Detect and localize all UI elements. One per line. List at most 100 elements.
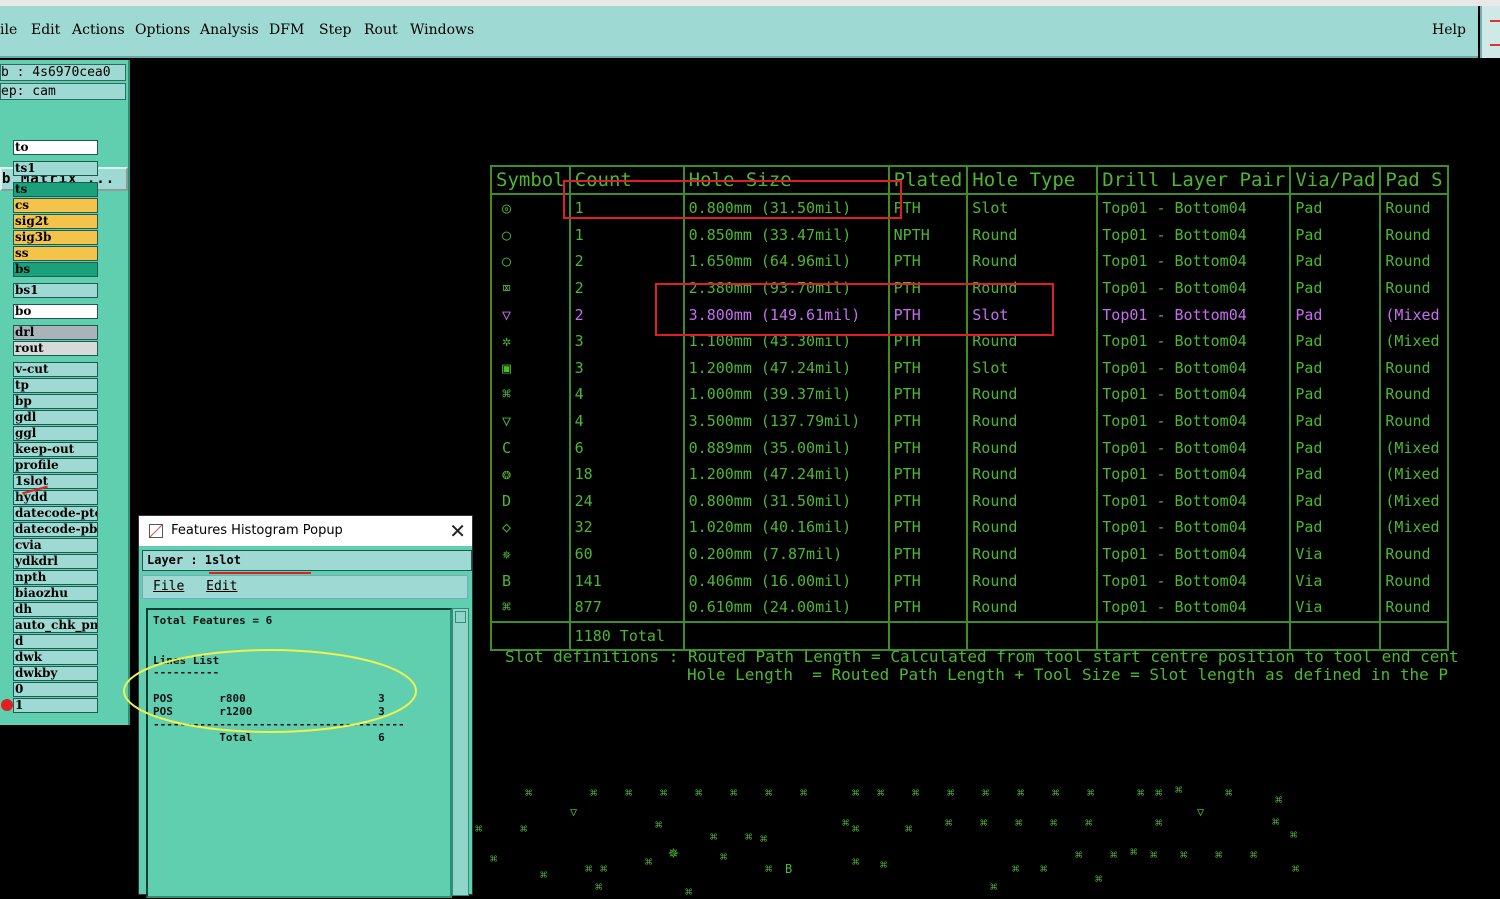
layer-gdl[interactable]: gdl: [13, 410, 98, 425]
menu-step[interactable]: Step: [319, 22, 351, 38]
menu-options[interactable]: Options: [135, 22, 190, 38]
menu-help[interactable]: Help: [1432, 22, 1466, 38]
layer-to[interactable]: to: [13, 140, 98, 155]
table-row[interactable]: ✵ 60 0.200mm (7.87mil) PTH Round Top01 - Bott…: [490, 540, 1449, 568]
layer-bs1[interactable]: bs1: [13, 283, 98, 298]
slot-definition-line-1: Slot definitions : Routed Path Length = …: [505, 647, 1459, 666]
col-via-pad: Via/Pad: [1289, 165, 1382, 195]
menu-rout[interactable]: Rout: [364, 22, 398, 38]
menu-dfm[interactable]: DFM: [269, 22, 304, 38]
drill-mark-icon: ⌘: [1130, 845, 1138, 859]
total-empty-cell: [682, 620, 890, 652]
cell-hole-type: Slot: [966, 194, 1099, 222]
cell-pad-shape: Round: [1379, 567, 1449, 594]
table-row[interactable]: ⌘ 877 0.610mm (24.00mil) PTH Round Top01 - Bo…: [490, 593, 1449, 622]
menu-lines-icon: [1490, 20, 1500, 46]
popup-scrollbar[interactable]: [452, 608, 469, 896]
table-row[interactable]: ▣ 3 1.200mm (47.24mil) PTH Slot Top01 - Botto…: [490, 354, 1449, 382]
menu-file[interactable]: ile: [0, 22, 17, 38]
report-line: Total Features = 6: [153, 614, 273, 627]
layer-bs[interactable]: bs: [13, 262, 98, 277]
drill-mark-icon: ⌘: [982, 786, 990, 800]
menu-edit[interactable]: Edit: [31, 22, 60, 38]
layer-datecode-pbo[interactable]: datecode-pbo: [13, 522, 98, 537]
drill-mark-icon: ⌘: [1290, 828, 1298, 842]
drill-mark-icon: ⌘: [852, 822, 860, 836]
cell-via-pad: Pad: [1289, 194, 1382, 222]
drill-mark-icon: ⌘: [625, 786, 633, 800]
popup-menu-file[interactable]: File: [153, 579, 184, 594]
table-row[interactable]: D 24 0.800mm (31.50mil) PTH Round Top01 - Bot…: [490, 487, 1449, 515]
cell-hole-type: Round: [966, 460, 1099, 488]
table-row[interactable]: ❂ 18 1.200mm (47.24mil) PTH Round Top01 - Bot…: [490, 460, 1449, 488]
layer-dwkby[interactable]: dwkby: [13, 666, 98, 681]
drill-mark-icon: ⌘: [1075, 848, 1083, 862]
drill-mark-icon: ⌘: [1150, 848, 1158, 862]
table-row[interactable]: ◇ 32 1.020mm (40.16mil) PTH Round Top01 - Bot…: [490, 514, 1449, 541]
layer-profile[interactable]: profile: [13, 458, 98, 473]
popup-menu-edit[interactable]: Edit: [206, 579, 237, 594]
cell-via-pad: Pad: [1289, 487, 1382, 515]
layer-ss[interactable]: ss: [13, 246, 98, 261]
menu-actions[interactable]: Actions: [72, 22, 125, 38]
table-row[interactable]: ⌘ 4 1.000mm (39.37mil) PTH Round Top01 - Bott…: [490, 381, 1449, 408]
layer-tp[interactable]: tp: [13, 378, 98, 393]
table-row[interactable]: ○ 2 1.650mm (64.96mil) PTH Round Top01 - Bott…: [490, 248, 1449, 275]
layer-dh[interactable]: dh: [13, 602, 98, 617]
layer-ydkdrl[interactable]: ydkdrl: [13, 554, 98, 569]
layer-npth[interactable]: npth: [13, 570, 98, 585]
cell-hole-type: Round: [966, 567, 1099, 594]
col-hole-type: Hole Type: [966, 165, 1099, 195]
layer-bp[interactable]: bp: [13, 394, 98, 409]
layer-dwk[interactable]: dwk: [13, 650, 98, 665]
table-row[interactable]: C 6 0.889mm (35.00mil) PTH Round Top01 - Bott…: [490, 434, 1449, 461]
close-icon[interactable]: ✕: [449, 519, 466, 543]
drill-mark-icon: ⌘: [852, 855, 860, 869]
cell-hole-type: Round: [966, 221, 1099, 249]
layer-biaozhu[interactable]: biaozhu: [13, 586, 98, 601]
cell-symbol: ◎: [490, 194, 571, 222]
layer-1[interactable]: 1: [13, 698, 98, 713]
layer-ts[interactable]: ts: [13, 182, 98, 197]
layer-ggl[interactable]: ggl: [13, 426, 98, 441]
layer-ts1[interactable]: ts1: [13, 161, 98, 176]
layer-drl[interactable]: drl: [13, 325, 98, 340]
table-row[interactable]: B 141 0.406mm (16.00mil) PTH Round Top01 - Bo…: [490, 567, 1449, 594]
menu-windows[interactable]: Windows: [410, 22, 474, 38]
drill-mark-icon: ⌘: [655, 818, 663, 832]
scroll-up-icon[interactable]: [455, 611, 466, 623]
cell-pad-shape: Round: [1379, 540, 1449, 568]
cell-via-pad: Via: [1289, 540, 1382, 568]
layer-keep-out[interactable]: keep-out: [13, 442, 98, 457]
cell-count: 18: [568, 460, 685, 488]
cell-pad-shape: (Mixed: [1379, 514, 1449, 541]
cell-drill-layer-pair: Top01 - Bottom04: [1096, 460, 1292, 488]
toolbar-corner[interactable]: [1480, 6, 1500, 58]
layer-d[interactable]: d: [13, 634, 98, 649]
layer-sig2t[interactable]: sig2t: [13, 214, 98, 229]
layer-v-cut[interactable]: v-cut: [13, 362, 98, 377]
table-row[interactable]: ○ 1 0.850mm (33.47mil) NPTH Round Top01 - Bot…: [490, 221, 1449, 249]
drill-mark-icon: ⌘: [1017, 786, 1025, 800]
table-row[interactable]: ▽ 4 3.500mm (137.79mil) PTH Round Top01 - Bot…: [490, 407, 1449, 435]
layer-1slot[interactable]: 1slot: [13, 474, 98, 489]
layer-bo[interactable]: bo: [13, 304, 98, 319]
layer-auto-chk-pn[interactable]: auto_chk_pn: [13, 618, 98, 633]
total-empty-cell: [887, 620, 969, 652]
cell-hole-size: 1.650mm (64.96mil): [682, 248, 890, 275]
layer-cvia[interactable]: cvia: [13, 538, 98, 553]
layer-rout[interactable]: rout: [13, 341, 98, 356]
total-empty-cell: [490, 620, 571, 652]
layer-0[interactable]: 0: [13, 682, 98, 697]
layer-sig3b[interactable]: sig3b: [13, 230, 98, 245]
menu-analysis[interactable]: Analysis: [200, 22, 259, 38]
popup-title-bar[interactable]: Features Histogram Popup ✕: [139, 516, 472, 546]
layer-datecode-pto[interactable]: datecode-pto: [13, 506, 98, 521]
layer-cs[interactable]: cs: [13, 198, 98, 213]
cell-drill-layer-pair: Top01 - Bottom04: [1096, 593, 1292, 622]
drill-mark-icon: ⌘: [1155, 816, 1163, 830]
drill-mark-icon: ⌘: [990, 880, 998, 894]
annotation-red-underline: [209, 572, 311, 574]
cell-pad-shape: Round: [1379, 194, 1449, 222]
cell-plated: PTH: [887, 407, 969, 435]
